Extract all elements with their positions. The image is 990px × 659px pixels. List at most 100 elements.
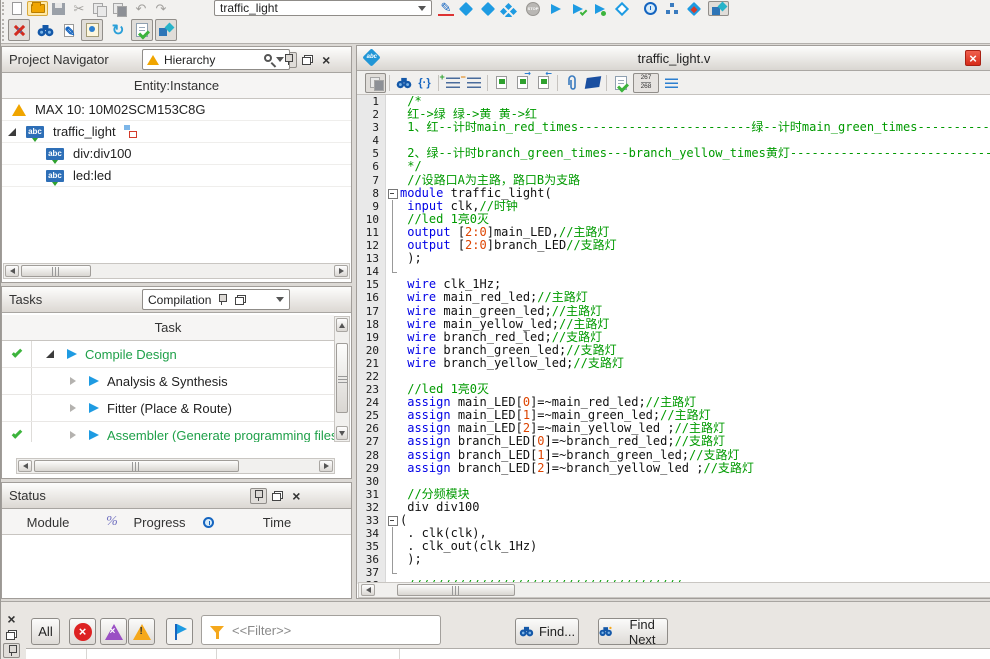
float-button[interactable]	[269, 488, 286, 504]
run-task-icon[interactable]	[89, 403, 99, 413]
tree-item[interactable]: MAX 10: 10M02SCM153C8G	[2, 99, 351, 121]
code-line[interactable]: 26 assign main_LED[2]=~main_yellow_led ;…	[357, 422, 990, 435]
bookmark-icon[interactable]	[491, 73, 512, 93]
tasks-vscrollbar[interactable]	[334, 316, 350, 442]
scroll-left-button[interactable]	[5, 265, 19, 277]
netlist-viewer-icon[interactable]	[664, 1, 680, 16]
pin-button[interactable]	[250, 488, 267, 504]
scroll-left-button[interactable]	[361, 584, 375, 596]
code-line[interactable]: 5 2、绿--计时branch_green_times---branch_yel…	[357, 147, 990, 160]
expander-icon[interactable]	[70, 404, 76, 412]
code-line[interactable]: 32 div div100	[357, 501, 990, 514]
code-line[interactable]: 30	[357, 475, 990, 488]
red-x-arrows-icon[interactable]	[8, 19, 30, 41]
code-line[interactable]: 28 assign branch_LED[1]=~branch_green_le…	[357, 449, 990, 462]
filter-errors-button[interactable]	[69, 618, 96, 645]
pin-button[interactable]	[3, 643, 20, 658]
code-line[interactable]: 34 . clk(clk),	[357, 527, 990, 540]
scroll-left-button[interactable]	[18, 460, 32, 472]
float-button[interactable]	[299, 52, 316, 68]
run-task-icon[interactable]	[67, 349, 77, 359]
code-line[interactable]: 4	[357, 134, 990, 147]
code-line[interactable]: 7 //设路口A为主路，路口B为支路	[357, 174, 990, 187]
message-list[interactable]	[26, 648, 990, 659]
code-line[interactable]: 1 /*	[357, 95, 990, 108]
toolbar-grip[interactable]	[2, 2, 5, 15]
task-row[interactable]: Fitter (Place & Route)	[2, 395, 334, 422]
tree-item[interactable]: abctraffic_light	[2, 121, 351, 143]
revision-combo[interactable]: traffic_light	[214, 0, 432, 16]
close-button[interactable]	[3, 611, 20, 626]
code-line[interactable]: 21 wire branch_yellow_led;//支路灯	[357, 357, 990, 370]
copy-icon[interactable]	[91, 1, 107, 16]
run-task-icon[interactable]	[89, 376, 99, 386]
code-line[interactable]: 15 wire clk_1Hz;	[357, 278, 990, 291]
note-search-icon[interactable]	[81, 19, 103, 41]
scroll-thumb[interactable]	[21, 265, 91, 277]
code-line[interactable]: 27 assign branch_LED[0]=~branch_red_led;…	[357, 435, 990, 448]
new-file-button[interactable]	[9, 1, 25, 16]
code-line[interactable]: 2 红->绿 绿->黄 黄->红	[357, 108, 990, 121]
redo-icon[interactable]: ↷	[153, 1, 169, 16]
pin-button[interactable]	[280, 52, 297, 68]
code-line[interactable]: 16 wire main_red_led;//主路灯	[357, 291, 990, 304]
code-line[interactable]: 23 //led 1亮0灭	[357, 383, 990, 396]
code-line[interactable]: 37	[357, 566, 990, 579]
design-partition-icon[interactable]	[686, 1, 702, 16]
save-button[interactable]	[50, 1, 66, 16]
filter-warnings-button[interactable]	[128, 618, 155, 645]
code-line[interactable]: 3 1、红--计时main_red_times-----------------…	[357, 121, 990, 134]
filter-all-button[interactable]: All	[31, 618, 60, 645]
task-column-header[interactable]: Task	[2, 315, 334, 341]
code-line[interactable]: 24 assign main_LED[0]=~main_red_led;//主路…	[357, 396, 990, 409]
replace-braces-icon[interactable]: {·}	[414, 73, 435, 93]
code-line[interactable]: 13 );	[357, 252, 990, 265]
scroll-right-button[interactable]	[334, 265, 348, 277]
rapid-recompile-icon[interactable]	[614, 1, 630, 16]
close-button[interactable]	[288, 488, 305, 504]
paste-icon[interactable]	[111, 1, 127, 16]
ribbon-flag-icon[interactable]	[582, 73, 603, 93]
column-module[interactable]: Module	[18, 509, 78, 535]
analyze-file-icon[interactable]	[610, 73, 631, 93]
close-button[interactable]	[318, 52, 335, 68]
fold-toggle-icon[interactable]	[386, 187, 400, 200]
timing-analysis-icon[interactable]	[480, 1, 496, 16]
code-line[interactable]: 17 wire main_green_led;//主路灯	[357, 305, 990, 318]
paperclip-icon[interactable]	[561, 73, 582, 93]
filter-flags-button[interactable]	[166, 618, 193, 645]
scroll-right-button[interactable]	[319, 460, 333, 472]
scroll-thumb[interactable]	[397, 584, 515, 596]
expander-icon[interactable]	[70, 377, 76, 385]
timing-clock-icon[interactable]	[642, 1, 658, 16]
editor-titlebar[interactable]: traffic_light.v	[357, 46, 990, 71]
programmer-icon[interactable]	[708, 1, 729, 16]
tree-item[interactable]: abcdiv:div100	[2, 143, 351, 165]
code-line[interactable]: 6 */	[357, 160, 990, 173]
find-binoculars-icon[interactable]	[34, 19, 56, 41]
code-line[interactable]: 22	[357, 370, 990, 383]
code-line[interactable]: 11 output [2:0]main_LED,//主路灯	[357, 226, 990, 239]
line-count-badge[interactable]: 267268	[631, 73, 661, 93]
find-binoculars-icon[interactable]	[393, 73, 414, 93]
programmer-window-icon[interactable]	[155, 19, 177, 41]
column-time[interactable]: Time	[247, 509, 307, 535]
wrap-lines-icon[interactable]	[661, 73, 682, 93]
decrease-indent-icon[interactable]	[463, 73, 484, 93]
code-line[interactable]: 35 . clk_out(clk_1Hz)	[357, 540, 990, 553]
next-bookmark-icon[interactable]	[512, 73, 533, 93]
start-compilation-icon[interactable]	[548, 1, 564, 16]
code-line[interactable]: 18 wire main_yellow_led;//主路灯	[357, 318, 990, 331]
code-line[interactable]: 36 );	[357, 553, 990, 566]
scroll-thumb[interactable]	[34, 460, 239, 472]
scroll-down-button[interactable]	[336, 426, 348, 440]
expander-icon[interactable]	[46, 350, 54, 358]
column-percent[interactable]: %	[102, 509, 122, 535]
assignment-editor-icon[interactable]: ✎	[438, 1, 454, 16]
code-line[interactable]: 31 //分频模块	[357, 488, 990, 501]
duplicate-file-icon[interactable]	[365, 73, 386, 93]
pn-hscrollbar[interactable]	[3, 263, 350, 279]
code-line[interactable]: 8module traffic_light(	[357, 187, 990, 200]
start-fitter-icon[interactable]	[592, 1, 608, 16]
code-line[interactable]: 33(	[357, 514, 990, 527]
